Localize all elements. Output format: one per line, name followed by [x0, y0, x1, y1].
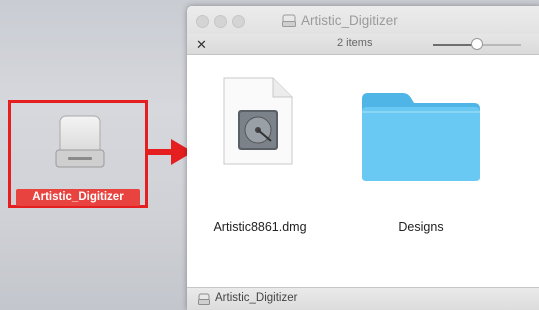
title-bar[interactable]: Artistic_Digitizer: [187, 6, 539, 34]
toolbar: ✕ 2 items: [187, 34, 539, 55]
file-name-dmg[interactable]: Artistic8861.dmg: [199, 220, 321, 234]
folder-name-designs[interactable]: Designs: [359, 220, 483, 234]
close-button[interactable]: [196, 15, 209, 28]
right-arrow-icon: [145, 139, 193, 165]
desktop-drive-highlight[interactable]: Artistic_Digitizer: [8, 100, 148, 208]
desktop-drive-label[interactable]: Artistic_Digitizer: [16, 189, 140, 206]
icon-size-slider-remaining: [477, 44, 521, 46]
finder-window: Artistic_Digitizer ✕ 2 items Artistic886…: [187, 6, 539, 310]
minimize-button[interactable]: [214, 15, 227, 28]
window-title-text: Artistic_Digitizer: [301, 12, 398, 28]
item-count: 2 items: [337, 37, 373, 49]
icon-size-slider-knob[interactable]: [471, 38, 483, 50]
window-title: Artistic_Digitizer: [282, 12, 398, 28]
path-bar-label[interactable]: Artistic_Digitizer: [215, 292, 297, 304]
folder-icon: [362, 93, 480, 181]
file-area: Artistic8861.dmg Designs: [187, 55, 539, 288]
dmg-file-icon: [223, 77, 293, 165]
tools-icon[interactable]: ✕: [196, 37, 207, 53]
path-bar: Artistic_Digitizer: [187, 287, 539, 310]
external-drive-icon: [55, 115, 105, 168]
drive-icon: [198, 293, 210, 305]
drive-icon: [282, 14, 296, 27]
zoom-button[interactable]: [232, 15, 245, 28]
